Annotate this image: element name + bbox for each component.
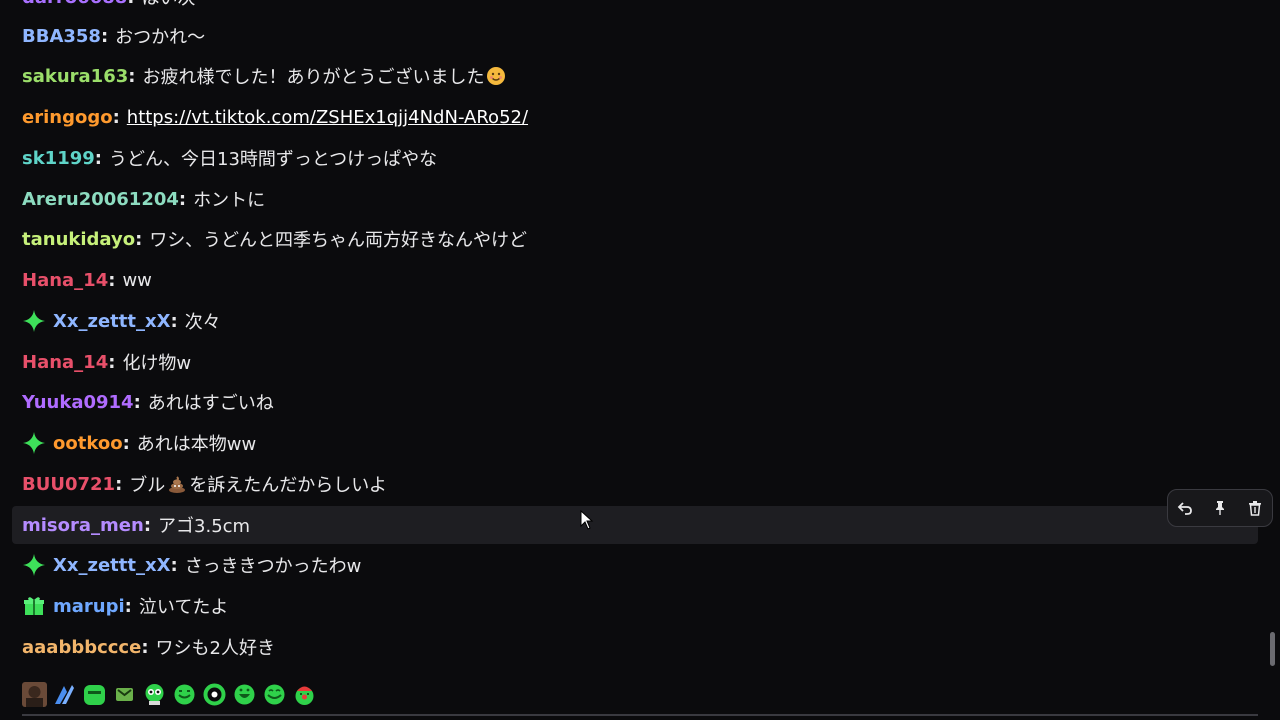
chat-username[interactable]: Xx_zettt_xX	[53, 555, 170, 576]
avatar-emote-icon[interactable]	[22, 681, 47, 707]
chat-text: おつかれ〜	[115, 27, 206, 48]
chat-colon: :	[170, 554, 178, 576]
chat-text: 次々	[184, 312, 221, 333]
chat-colon: :	[133, 391, 141, 413]
sparkle-badge-icon	[22, 309, 46, 333]
brand-emote-icon[interactable]	[52, 682, 77, 707]
chat-colon: :	[94, 147, 102, 169]
chat-username[interactable]: aaabbbccce	[22, 637, 141, 658]
chat-message[interactable]: BUU0721: ブル を訴えたんだからしいよ	[12, 465, 1258, 503]
pin-icon[interactable]	[1207, 495, 1233, 521]
chat-message[interactable]: Yuuka0914: あれはすごいね	[12, 383, 1258, 421]
chat-message[interactable]: sakura163: お疲れ様でした！ありがとうございました	[12, 57, 1258, 95]
chat-scrollbar-thumb[interactable]	[1270, 632, 1275, 666]
chat-username[interactable]: BUU0721	[22, 474, 115, 495]
chat-message[interactable]: marupi: 泣いてたよ	[12, 587, 1258, 625]
chat-text: はい次	[141, 0, 195, 10]
chat-message[interactable]: Areru20061204: ホントに	[12, 180, 1258, 218]
green-blob-emote-icon[interactable]	[82, 682, 107, 707]
ring-emote-icon[interactable]	[202, 682, 227, 707]
chat-message[interactable]: Hana_14: 化け物w	[12, 343, 1258, 381]
chat-username[interactable]: ootkoo	[53, 433, 123, 454]
gift-badge-icon	[22, 594, 46, 618]
trash-icon[interactable]	[1242, 495, 1268, 521]
chat-colon: :	[112, 106, 120, 128]
mouse-cursor-icon	[580, 510, 594, 530]
chat-text: 化け物w	[122, 353, 192, 374]
chat-username[interactable]: marupi	[53, 596, 125, 617]
chat-message[interactable]: eringogo: https://vt.tiktok.com/ZSHEx1qj…	[12, 98, 1258, 136]
chat-username[interactable]: sakura163	[22, 66, 128, 87]
chat-colon: :	[122, 432, 130, 454]
chat-username[interactable]: eringogo	[22, 107, 113, 128]
skull-emote-icon[interactable]	[142, 682, 167, 707]
chat-text: を訴えたんだからしいよ	[189, 475, 387, 496]
chat-colon: :	[127, 0, 134, 8]
grin-emote-icon[interactable]	[232, 682, 257, 707]
chat-text: ワシ、うどんと四季ちゃん両方好きなんやけど	[149, 230, 527, 251]
chat-text: ブル	[129, 475, 166, 496]
chat-text: お疲れ様でした！ありがとうございました	[142, 67, 485, 88]
emote-bar	[22, 680, 317, 708]
chat-colon: :	[100, 25, 109, 47]
chat-colon: :	[108, 269, 116, 291]
chat-text: ホントに	[193, 190, 266, 211]
chat-text: ワシも2人好き	[155, 638, 275, 659]
chat-text: アゴ3.5cm	[158, 516, 251, 537]
chat-message[interactable]: BBA358: おつかれ〜	[12, 17, 1258, 55]
chat-username[interactable]: sk1199	[22, 148, 95, 169]
happy-emote-icon[interactable]	[262, 682, 287, 707]
face-emote-icon[interactable]	[112, 682, 137, 707]
chat-message-hovered[interactable]: misora_men: アゴ3.5cm	[12, 506, 1258, 544]
chat-username[interactable]: Areru20061204	[22, 189, 179, 210]
smile-emoji-icon	[486, 66, 506, 86]
poop-emoji-icon	[167, 474, 187, 494]
chat-username[interactable]: darro6688	[22, 0, 127, 8]
chat-colon: :	[124, 595, 132, 617]
chat-colon: :	[135, 228, 143, 250]
chat-username[interactable]: misora_men	[22, 515, 144, 536]
chat-username[interactable]: Hana_14	[22, 352, 108, 373]
chat-colon: :	[141, 636, 149, 658]
chat-message[interactable]: Hana_14: ww	[12, 261, 1258, 299]
message-actions-toolbar	[1167, 489, 1273, 527]
chat-message[interactable]: tanukidayo: ワシ、うどんと四季ちゃん両方好きなんやけど	[12, 220, 1258, 258]
chat-text: 泣いてたよ	[138, 597, 229, 618]
reply-icon[interactable]	[1172, 495, 1198, 521]
chat-colon: :	[143, 514, 152, 536]
chat-message[interactable]: sk1199: うどん、今日13時間ずっとつけっぱやな	[12, 139, 1258, 177]
chat-username[interactable]: BBA358	[22, 26, 101, 47]
chat-username[interactable]: Yuuka0914	[22, 392, 134, 413]
chat-text: あれは本物ww	[136, 434, 257, 455]
chat-text: うどん、今日13時間ずっとつけっぱやな	[109, 149, 438, 170]
chat-message[interactable]: aaabbbccce: ワシも2人好き	[12, 628, 1258, 666]
smile-emote-icon[interactable]	[172, 682, 197, 707]
chat-message[interactable]: Xx_zettt_xX: さっききつかったわw	[12, 546, 1258, 584]
chat-text: あれはすごいね	[147, 393, 274, 414]
chat-colon: :	[178, 188, 187, 210]
chat-colon: :	[170, 310, 178, 332]
sparkle-badge-icon	[22, 431, 46, 455]
chat-text: さっききつかったわw	[184, 556, 362, 577]
chat-message[interactable]: darro6688: はい次	[12, 0, 1258, 16]
chat-colon: :	[108, 351, 116, 373]
chat-username[interactable]: Xx_zettt_xX	[53, 311, 170, 332]
clown-emote-icon[interactable]	[292, 682, 317, 707]
chat-username[interactable]: Hana_14	[22, 270, 108, 291]
chat-username[interactable]: tanukidayo	[22, 229, 135, 250]
chat-link[interactable]: https://vt.tiktok.com/ZSHEx1qjj4NdN-ARo5…	[127, 107, 528, 128]
chat-log: darro6688: はい次 BBA358: おつかれ〜 sakura163: …	[0, 0, 1268, 720]
sparkle-badge-icon	[22, 553, 46, 577]
chat-text: ww	[122, 269, 152, 291]
chat-input-border[interactable]	[22, 714, 1258, 716]
chat-colon: :	[128, 65, 136, 87]
chat-message[interactable]: ootkoo: あれは本物ww	[12, 424, 1258, 462]
chat-message[interactable]: Xx_zettt_xX: 次々	[12, 302, 1258, 340]
chat-colon: :	[115, 473, 123, 495]
